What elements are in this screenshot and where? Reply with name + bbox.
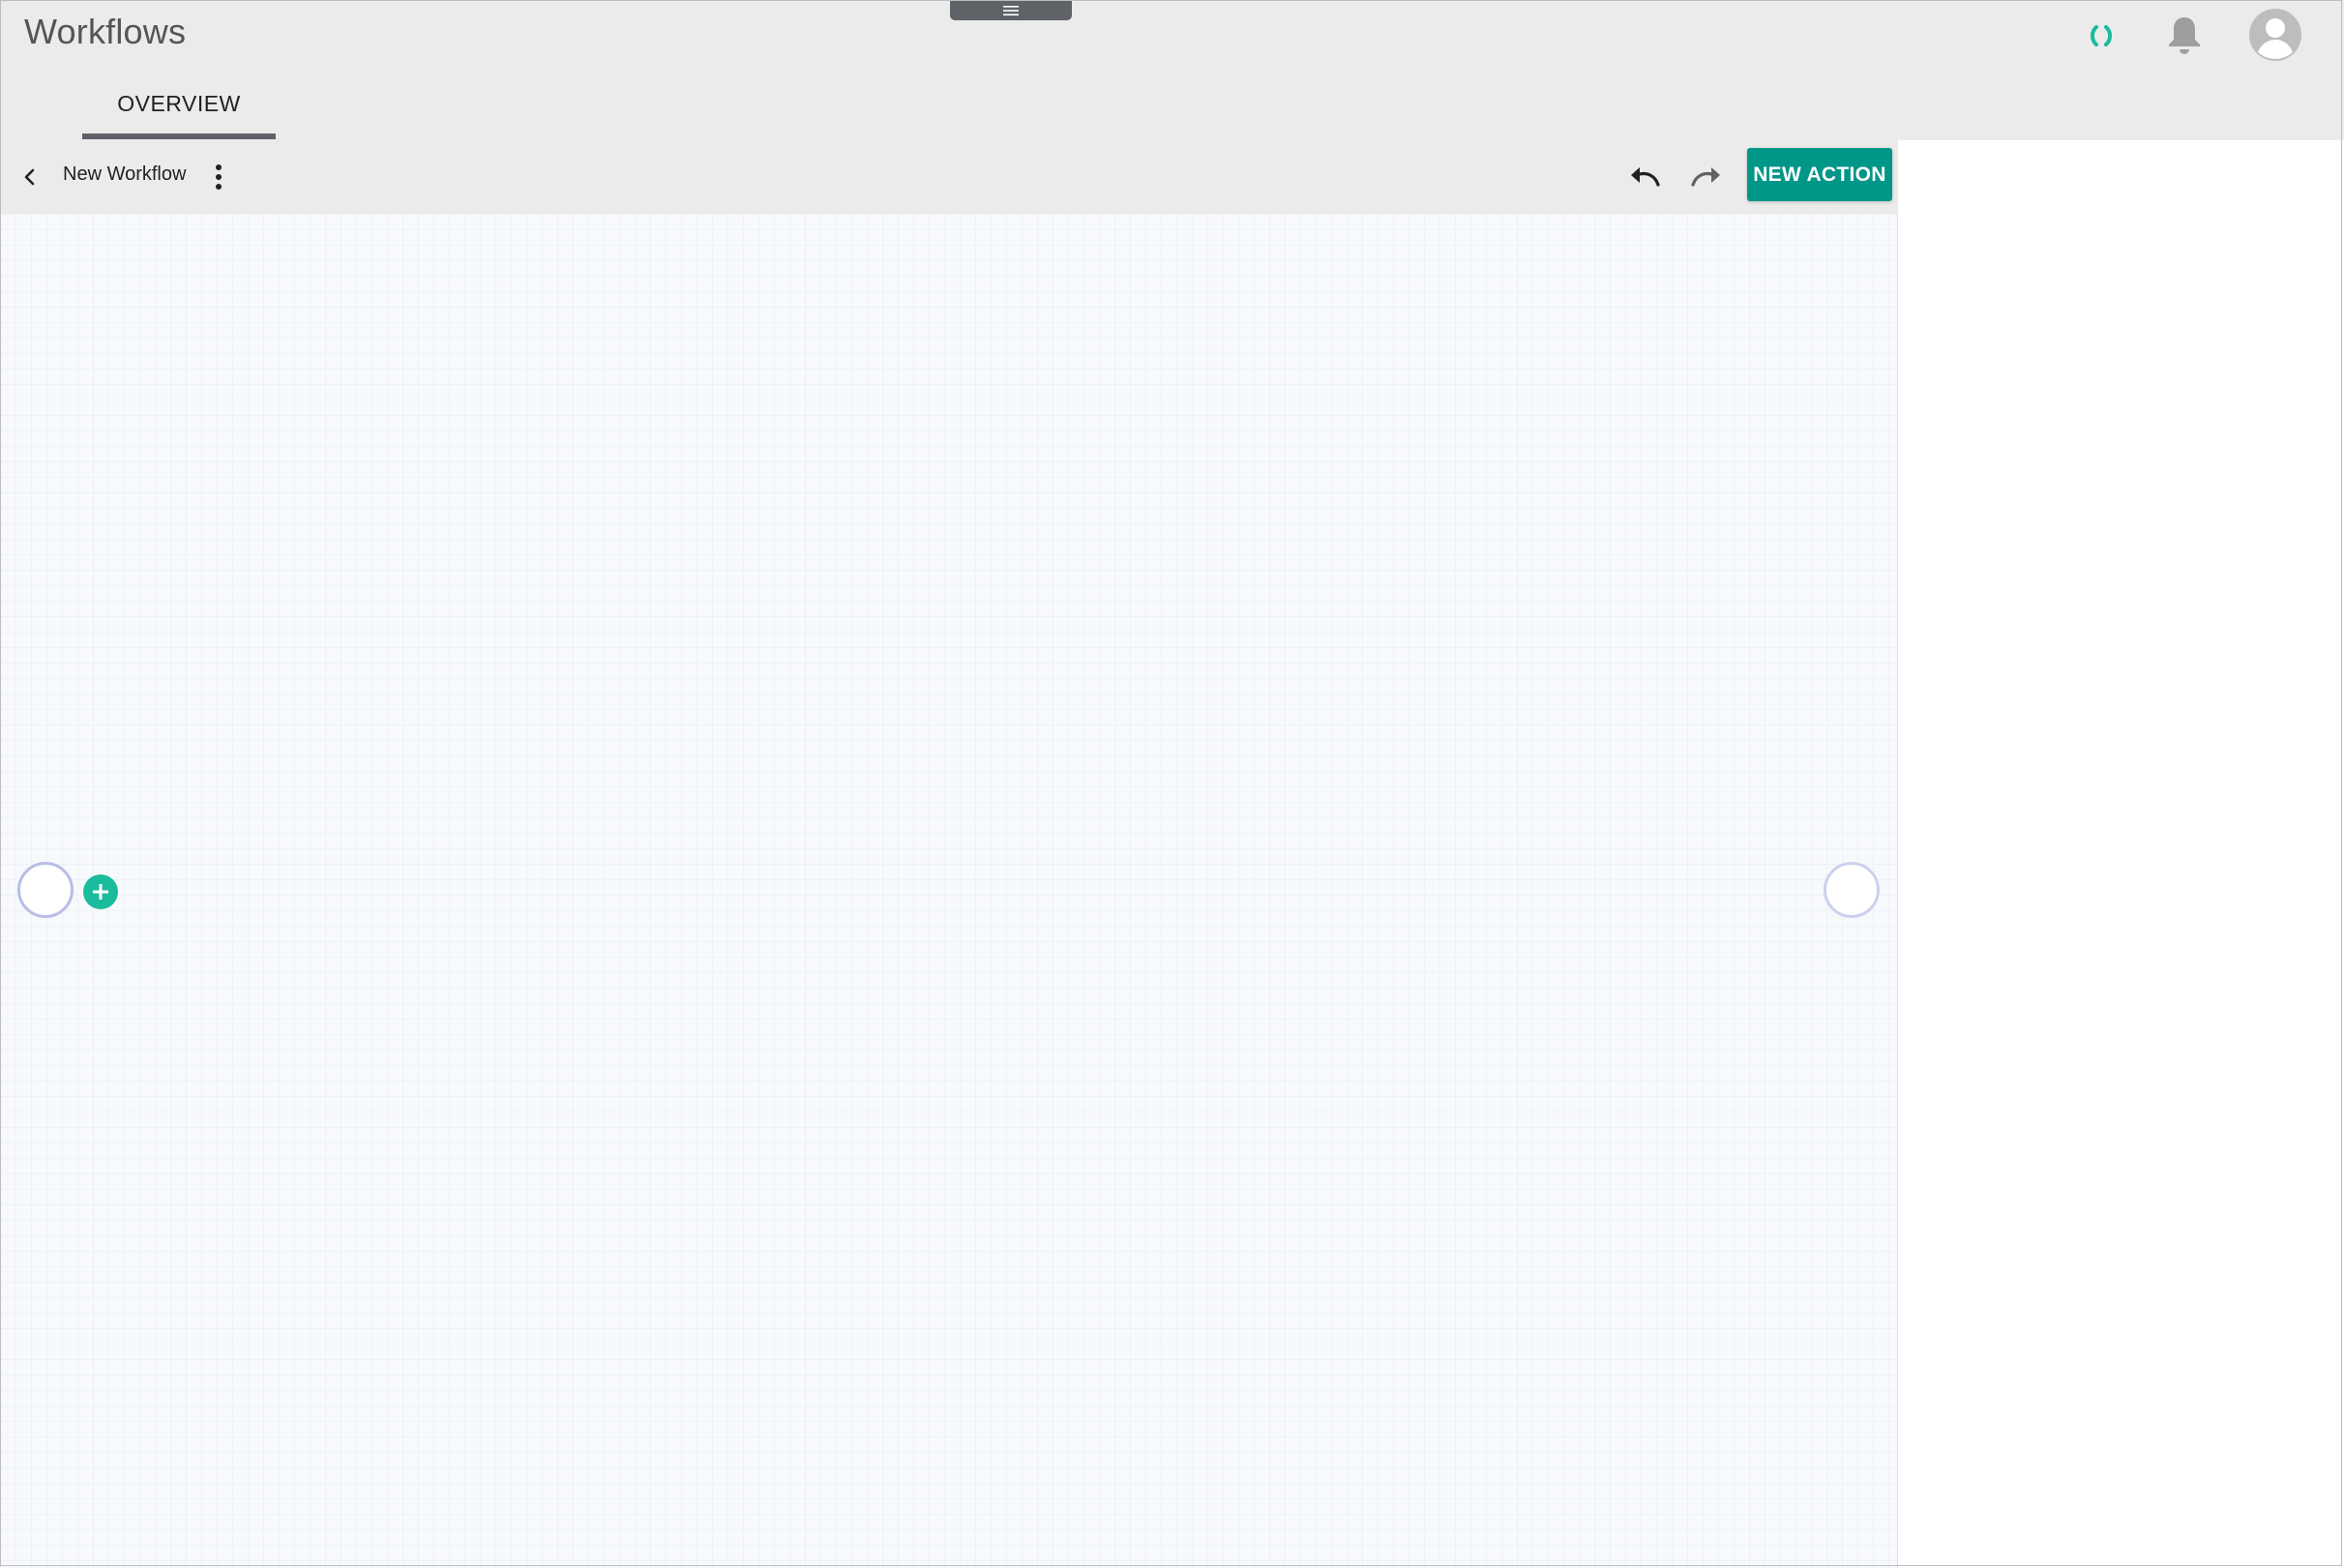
- app-header: Workflows OVERVIEW: [0, 0, 2344, 140]
- user-avatar-icon[interactable]: [2248, 8, 2302, 62]
- end-node[interactable]: [1824, 862, 1880, 918]
- sync-status-icon[interactable]: [2082, 16, 2121, 55]
- editor-toolbar: New Workflow NEW ACTION: [0, 140, 1898, 214]
- new-action-button[interactable]: NEW ACTION: [1747, 148, 1892, 201]
- vertical-dots-icon[interactable]: [207, 160, 230, 194]
- tab-active-indicator: [82, 133, 276, 139]
- plus-icon: [93, 884, 108, 900]
- undo-icon[interactable]: [1625, 160, 1664, 194]
- start-node[interactable]: [17, 862, 74, 918]
- workflow-canvas[interactable]: [0, 214, 1898, 1568]
- tab-overview-label: OVERVIEW: [117, 91, 241, 116]
- details-panel: [1898, 140, 2344, 1568]
- add-action-button[interactable]: [83, 874, 118, 909]
- hamburger-icon: [1003, 5, 1019, 15]
- tab-overview[interactable]: OVERVIEW: [82, 79, 276, 139]
- workflow-name[interactable]: New Workflow: [63, 163, 186, 186]
- redo-icon[interactable]: [1687, 160, 1726, 194]
- chevron-left-icon[interactable]: [17, 162, 43, 192]
- bell-icon[interactable]: [2163, 14, 2206, 56]
- menu-handle[interactable]: [950, 0, 1072, 20]
- app-title: Workflows: [24, 12, 187, 51]
